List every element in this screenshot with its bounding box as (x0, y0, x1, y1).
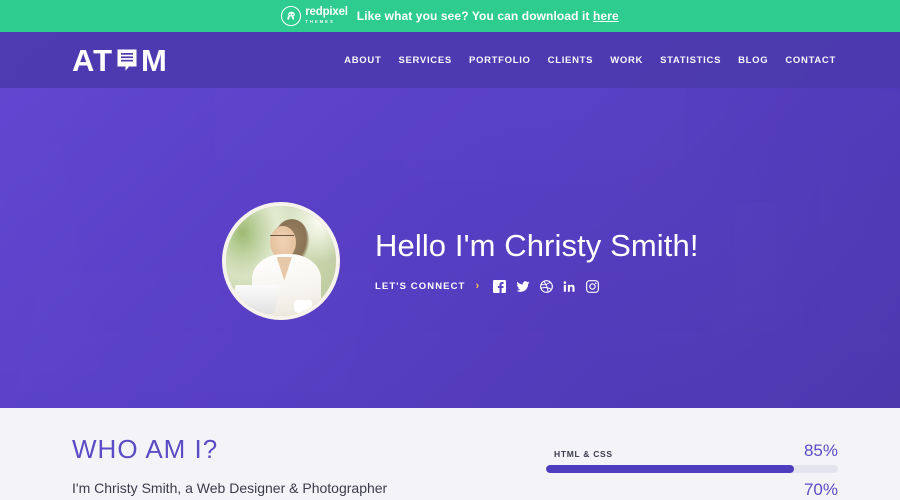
skill-progress-fill (546, 465, 795, 473)
promo-download-link[interactable]: here (593, 9, 619, 23)
skill-percent: 85% (803, 441, 838, 460)
site-logo[interactable]: AT M (72, 45, 168, 76)
logo-text-right: M (141, 42, 168, 78)
skill-item-second: 70% (546, 481, 838, 500)
avatar-photo-glasses (270, 234, 295, 241)
about-description: I'm Christy Smith, a Web Designer & Phot… (72, 480, 388, 496)
promo-banner: redpixel THEMES Like what you see? You c… (0, 0, 900, 32)
logo-text-left: AT (72, 42, 114, 78)
nav-item-about[interactable]: ABOUT (344, 55, 381, 66)
page-title: WHO AM I? (72, 434, 219, 464)
skill-percent: 70% (803, 480, 838, 499)
redpixel-badge-icon (281, 6, 302, 26)
skill-progress-track (546, 465, 838, 473)
hero-content: Hello I'm Christy Smith! LET'S CONNECT › (0, 202, 900, 320)
connect-label: LET'S CONNECT (375, 280, 466, 292)
promo-message-text: Like what you see? You can download it (356, 9, 593, 23)
site-logo-text: AT M (72, 45, 168, 76)
redpixel-word: redpixel (305, 6, 348, 19)
redpixel-logo[interactable]: redpixel THEMES (281, 6, 348, 26)
avatar-photo-laptop (230, 285, 280, 314)
skill-header: HTML & CSS 85% (546, 442, 838, 459)
chevron-right-icon: › (475, 280, 480, 293)
skill-label: HTML & CSS (554, 449, 613, 459)
nav-item-services[interactable]: SERVICES (398, 55, 451, 66)
redpixel-wordmark: redpixel THEMES (305, 7, 348, 24)
hero-text-block: Hello I'm Christy Smith! LET'S CONNECT › (375, 228, 699, 293)
hero-title: Hello I'm Christy Smith! (375, 228, 699, 264)
main-nav: ABOUT SERVICES PORTFOLIO CLIENTS WORK ST… (344, 55, 836, 66)
nav-item-statistics[interactable]: STATISTICS (660, 55, 721, 66)
instagram-icon[interactable] (586, 279, 600, 293)
nav-item-clients[interactable]: CLIENTS (548, 55, 594, 66)
about-text-column: WHO AM I? I'm Christy Smith, a Web Desig… (72, 436, 492, 500)
nav-item-blog[interactable]: BLOG (738, 55, 768, 66)
avatar-photo-cup (294, 299, 312, 314)
about-section: WHO AM I? I'm Christy Smith, a Web Desig… (0, 408, 900, 500)
top-navigation-bar: AT M ABOUT SERVICES PORTFOLIO CLIENTS WO… (0, 32, 900, 88)
connect-row: LET'S CONNECT › (375, 279, 699, 293)
speech-bubble-icon (115, 48, 139, 72)
dribbble-icon[interactable] (540, 279, 554, 293)
nav-item-contact[interactable]: CONTACT (785, 55, 836, 66)
linkedin-icon[interactable] (563, 280, 576, 293)
promo-message: Like what you see? You can download it h… (357, 9, 619, 23)
redpixel-subword: THEMES (305, 19, 335, 25)
hero-section: AT M ABOUT SERVICES PORTFOLIO CLIENTS WO… (0, 32, 900, 408)
twitter-icon[interactable] (516, 280, 530, 293)
social-links (493, 279, 600, 293)
skills-column: HTML & CSS 85% 70% (546, 436, 838, 500)
avatar (222, 202, 340, 320)
nav-item-work[interactable]: WORK (610, 55, 643, 66)
skill-header: 70% (546, 481, 838, 498)
page-root: redpixel THEMES Like what you see? You c… (0, 0, 900, 500)
avatar-photo (226, 206, 336, 316)
skill-item-html-css: HTML & CSS 85% (546, 442, 838, 473)
facebook-icon[interactable] (493, 279, 507, 293)
nav-item-portfolio[interactable]: PORTFOLIO (469, 55, 531, 66)
